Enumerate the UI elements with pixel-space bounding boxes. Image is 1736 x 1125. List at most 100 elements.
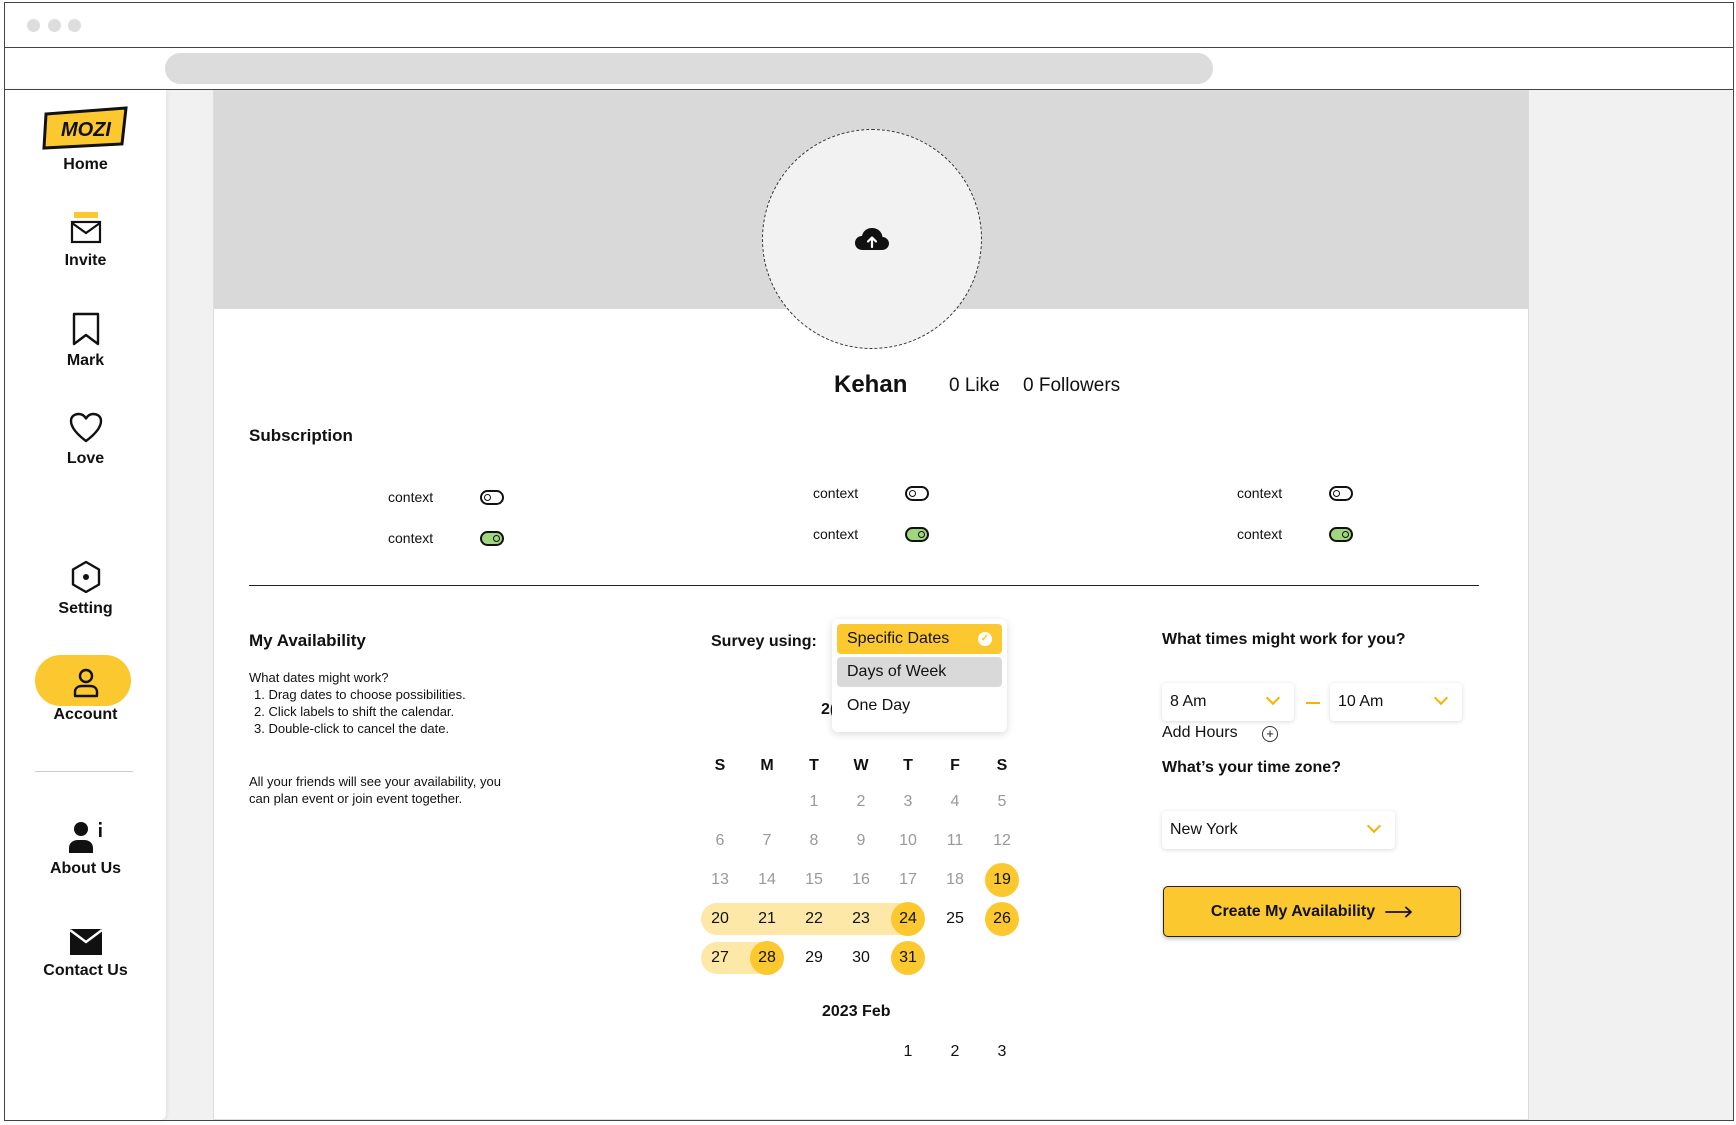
calendar-day[interactable]: 9	[844, 824, 878, 858]
window-close-dot[interactable]	[27, 19, 40, 32]
window-maximize-dot[interactable]	[68, 19, 81, 32]
calendar-weekday-label[interactable]: M	[750, 749, 784, 783]
subscription-toggle[interactable]	[1329, 526, 1353, 542]
subscription-toggle-row: context	[813, 526, 929, 542]
subscription-toggle[interactable]	[480, 489, 504, 505]
section-divider	[249, 585, 1479, 586]
sidebar-item-about-us[interactable]: About Us	[5, 820, 166, 878]
calendar-weekday-label[interactable]: T	[891, 749, 925, 783]
calendar-day[interactable]: 17	[891, 863, 925, 897]
calendar-day[interactable]: 16	[844, 863, 878, 897]
calendar-day[interactable]: 31	[891, 941, 925, 975]
calendar-day[interactable]: 22	[797, 902, 831, 936]
sidebar-item-home[interactable]: MOZI Home	[5, 106, 166, 174]
sidebar-item-invite[interactable]: Invite	[5, 210, 166, 270]
chevron-down-icon	[1433, 690, 1449, 706]
subscription-toggle[interactable]	[905, 526, 929, 542]
calendar-day[interactable]: 4	[938, 785, 972, 819]
sidebar-item-label: Love	[66, 450, 105, 467]
calendar-day[interactable]: 18	[938, 863, 972, 897]
create-availability-label: Create My Availability	[1210, 902, 1376, 920]
calendar-day[interactable]: 2	[844, 785, 878, 819]
availability-step: 1. Drag dates to choose possibilities.	[254, 687, 466, 702]
calendar-day[interactable]: 1	[797, 785, 831, 819]
toggle-label: context	[1237, 485, 1283, 501]
sidebar-item-mark[interactable]: Mark	[5, 312, 166, 370]
calendar-day[interactable]: 26	[985, 902, 1019, 936]
calendar-day[interactable]: 27	[703, 941, 737, 975]
toggle-label: context	[813, 485, 859, 501]
calendar-weekday-label[interactable]: W	[844, 749, 878, 783]
calendar-day[interactable]: 7	[750, 824, 784, 858]
survey-option-specific-dates[interactable]: Specific Dates ✓	[837, 624, 1002, 654]
survey-option-days-of-week[interactable]: Days of Week	[837, 657, 1002, 687]
calendar-day[interactable]: 30	[844, 941, 878, 975]
window-minimize-dot[interactable]	[48, 19, 61, 32]
survey-option-one-day[interactable]: One Day	[837, 691, 1002, 721]
mail-icon	[70, 212, 101, 244]
likes-count[interactable]: 0 Like	[949, 375, 1000, 397]
availability-note: can plan event or join event together.	[249, 791, 463, 806]
sidebar-item-label: Account	[53, 706, 118, 723]
address-bar[interactable]	[165, 53, 1213, 84]
subscription-toggle-row: context	[1237, 526, 1353, 542]
calendar-day[interactable]: 3	[891, 785, 925, 819]
profile-name: Kehan	[834, 371, 908, 398]
calendar-day[interactable]: 11	[938, 824, 972, 858]
create-availability-button[interactable]: Create My Availability	[1163, 886, 1461, 937]
calendar-day[interactable]: 6	[703, 824, 737, 858]
calendar-day[interactable]: 15	[797, 863, 831, 897]
calendar-day[interactable]: 10	[891, 824, 925, 858]
calendar-day[interactable]: 23	[844, 902, 878, 936]
calendar-day[interactable]: 14	[750, 863, 784, 897]
survey-label: Survey using:	[711, 633, 817, 650]
calendar-day[interactable]: 5	[985, 785, 1019, 819]
timezone-title: What’s your time zone?	[1162, 759, 1341, 776]
calendar-weekday-label[interactable]: S	[703, 749, 737, 783]
logo-icon: MOZI	[41, 106, 128, 150]
sidebar-item-love[interactable]: Love	[5, 412, 166, 468]
calendar-day[interactable]: 19	[985, 863, 1019, 897]
availability-step: 2. Click labels to shift the calendar.	[254, 704, 455, 719]
calendar-day[interactable]: 21	[750, 902, 784, 936]
hexagon-setting-icon	[71, 560, 100, 594]
next-month-title[interactable]: 2023 Feb	[822, 1003, 890, 1021]
sidebar-item-setting[interactable]: Setting	[5, 560, 166, 618]
calendar-day[interactable]: 12	[985, 824, 1019, 858]
calendar-day[interactable]: 3	[985, 1035, 1019, 1069]
availability-title: My Availability	[249, 631, 366, 650]
heart-icon	[69, 412, 102, 443]
calendar-weekday-label[interactable]: S	[985, 749, 1019, 783]
subscription-toggle[interactable]	[480, 530, 504, 546]
calendar-day[interactable]: 28	[750, 941, 784, 975]
followers-count[interactable]: 0 Followers	[1023, 375, 1120, 397]
calendar-day[interactable]: 2	[938, 1035, 972, 1069]
calendar-weekday-label[interactable]: T	[797, 749, 831, 783]
calendar-day[interactable]: 8	[797, 824, 831, 858]
calendar-day[interactable]: 1	[891, 1035, 925, 1069]
calendar-weekday-label[interactable]: F	[938, 749, 972, 783]
subscription-toggle-row: context	[1237, 485, 1353, 501]
sidebar-item-account[interactable]: Account	[5, 668, 166, 724]
start-time-select[interactable]: 8 Am	[1162, 683, 1294, 721]
subscription-title: Subscription	[249, 426, 353, 445]
add-hours-link[interactable]: Add Hours	[1162, 724, 1238, 742]
subscription-toggle[interactable]	[1329, 485, 1353, 501]
calendar-day[interactable]: 13	[703, 863, 737, 897]
sidebar-item-contact-us[interactable]: Contact Us	[5, 928, 166, 980]
timezone-select[interactable]: New York	[1162, 811, 1395, 849]
user-icon	[73, 668, 98, 698]
subscription-toggle[interactable]	[905, 485, 929, 501]
cloud-upload-icon	[855, 228, 889, 250]
check-circle-icon: ✓	[978, 632, 992, 646]
plus-circle-icon[interactable]: +	[1262, 726, 1278, 742]
sidebar-item-label: Contact Us	[43, 962, 128, 979]
survey-option-label: One Day	[847, 697, 911, 714]
end-time-select[interactable]: 10 Am	[1330, 683, 1462, 721]
calendar-day[interactable]: 25	[938, 902, 972, 936]
subscription-toggle-row: context	[388, 489, 504, 505]
calendar-day[interactable]: 29	[797, 941, 831, 975]
calendar-day[interactable]: 20	[703, 902, 737, 936]
calendar-day[interactable]: 24	[891, 902, 925, 936]
avatar-upload[interactable]	[762, 129, 982, 349]
